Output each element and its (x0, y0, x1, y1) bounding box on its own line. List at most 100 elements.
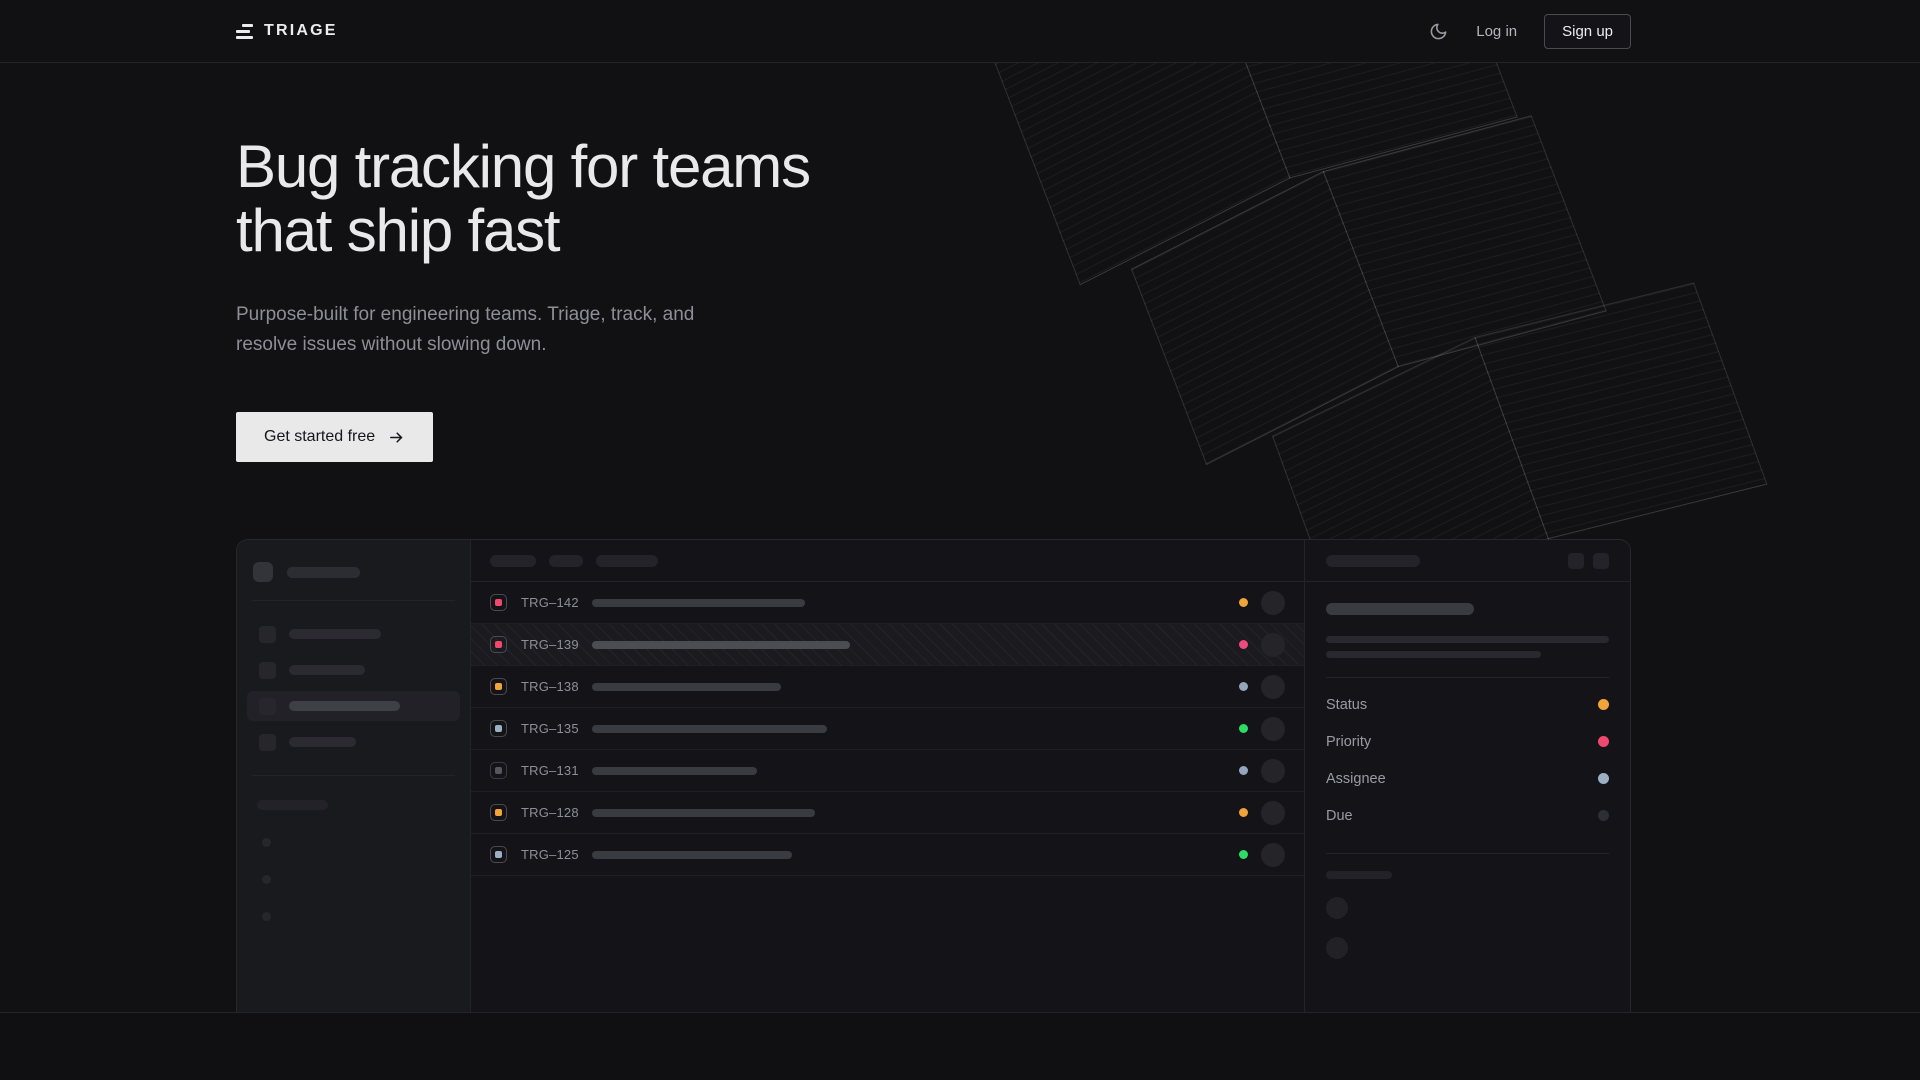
sidebar-section-label-placeholder (257, 800, 328, 810)
sidebar-dot-placeholder (262, 875, 271, 884)
issue-title-placeholder (592, 725, 827, 733)
issue-type-icon (490, 762, 507, 779)
divider (1326, 677, 1609, 678)
subtitle-line-1: Purpose-built for engineering teams. Tri… (236, 300, 1631, 330)
issue-rows: TRG–142 TRG–139 TRG–138 TRG–135 TRG–131 (471, 582, 1304, 876)
issue-title-placeholder (592, 767, 757, 775)
issue-title-placeholder (592, 599, 805, 607)
issue-type-icon (490, 804, 507, 821)
issue-type-icon (490, 636, 507, 653)
workspace-row (237, 562, 470, 582)
brand-logo[interactable]: TRIAGE (236, 22, 338, 40)
divider (1326, 853, 1609, 854)
issue-title-placeholder (592, 851, 792, 859)
detail-field-dot (1598, 810, 1609, 821)
get-started-button[interactable]: Get started free (236, 412, 433, 462)
detail-field-dot (1598, 773, 1609, 784)
issue-id: TRG–131 (521, 763, 581, 778)
detail-field-row: Assignee (1326, 760, 1609, 797)
detail-field-row: Status (1326, 686, 1609, 723)
triage-logo-icon (236, 24, 253, 39)
sidebar-dot-placeholder (262, 838, 271, 847)
status-dot (1239, 724, 1248, 733)
arrow-right-icon (388, 429, 405, 446)
detail-panel-header (1305, 540, 1630, 582)
sidebar-item-placeholder (247, 619, 460, 649)
landing-page: TRIAGE Log in Sign up Bug tracking for t… (0, 0, 1920, 1080)
issue-list-header (471, 540, 1304, 582)
issue-type-icon (490, 720, 507, 737)
issue-row: TRG–125 (471, 834, 1304, 876)
description-line-placeholder (1326, 651, 1541, 658)
assignee-avatar (1261, 717, 1285, 741)
filter-pill-placeholder (549, 555, 583, 567)
mockup-sidebar (237, 540, 471, 1013)
detail-fields: Status Priority Assignee Due (1326, 686, 1609, 834)
status-dot (1239, 850, 1248, 859)
divider (252, 775, 455, 776)
login-link[interactable]: Log in (1476, 23, 1517, 40)
status-dot (1239, 808, 1248, 817)
issue-id: TRG–139 (521, 637, 581, 652)
panel-action-placeholder (1593, 553, 1609, 569)
detail-field-label: Priority (1326, 734, 1371, 750)
description-line-placeholder (1326, 636, 1609, 643)
headline-line-1: Bug tracking for teams (236, 135, 1631, 199)
issue-type-icon (490, 594, 507, 611)
issue-type-icon (490, 678, 507, 695)
issue-title-placeholder (592, 683, 781, 691)
assignee-avatar (1261, 759, 1285, 783)
detail-field-label: Status (1326, 697, 1367, 713)
assignee-avatar (1261, 633, 1285, 657)
issue-id: TRG–128 (521, 805, 581, 820)
sidebar-dot-placeholder (262, 912, 271, 921)
moon-icon[interactable] (1429, 21, 1449, 41)
activity-label-placeholder (1326, 871, 1392, 879)
comment-avatar-placeholder (1326, 897, 1348, 919)
divider (252, 600, 455, 601)
page-title: Bug tracking for teams that ship fast (236, 135, 1631, 263)
filter-pill-placeholder (490, 555, 536, 567)
panel-title-placeholder (1326, 555, 1420, 567)
comment-avatar-placeholder (1326, 937, 1348, 959)
issue-row: TRG–128 (471, 792, 1304, 834)
nav-actions: Log in Sign up (1429, 14, 1631, 49)
detail-field-label: Assignee (1326, 771, 1386, 787)
issue-type-icon (490, 846, 507, 863)
top-navbar: TRIAGE Log in Sign up (0, 0, 1920, 63)
assignee-avatar (1261, 801, 1285, 825)
issue-row: TRG–138 (471, 666, 1304, 708)
workspace-name-placeholder (287, 567, 360, 578)
sidebar-item-placeholder (247, 727, 460, 757)
footer (0, 1013, 1920, 1079)
status-dot (1239, 598, 1248, 607)
hero-subtitle: Purpose-built for engineering teams. Tri… (236, 300, 1631, 360)
workspace-icon-placeholder (253, 562, 273, 582)
issue-title-placeholder (1326, 603, 1474, 615)
detail-field-row: Priority (1326, 723, 1609, 760)
assignee-avatar (1261, 591, 1285, 615)
issue-title-placeholder (592, 641, 850, 649)
issue-id: TRG–138 (521, 679, 581, 694)
status-dot (1239, 682, 1248, 691)
issue-row: TRG–142 (471, 582, 1304, 624)
sidebar-item-placeholder-active (247, 691, 460, 721)
subtitle-line-2: resolve issues without slowing down. (236, 330, 1631, 360)
detail-field-dot (1598, 699, 1609, 710)
detail-field-dot (1598, 736, 1609, 747)
issue-title-placeholder (592, 809, 815, 817)
detail-field-label: Due (1326, 808, 1353, 824)
panel-action-placeholder (1568, 553, 1584, 569)
signup-button[interactable]: Sign up (1544, 14, 1631, 49)
assignee-avatar (1261, 675, 1285, 699)
issue-id: TRG–142 (521, 595, 581, 610)
app-mockup: TRG–142 TRG–139 TRG–138 TRG–135 TRG–131 (236, 539, 1631, 1013)
headline-line-2: that ship fast (236, 199, 1631, 263)
issue-row: TRG–135 (471, 708, 1304, 750)
issue-row: TRG–131 (471, 750, 1304, 792)
issue-list: TRG–142 TRG–139 TRG–138 TRG–135 TRG–131 (471, 540, 1304, 1013)
hero-section: Bug tracking for teams that ship fast Pu… (0, 63, 1920, 1013)
issue-row: TRG–139 (471, 624, 1304, 666)
sidebar-item-placeholder (247, 655, 460, 685)
issue-id: TRG–135 (521, 721, 581, 736)
